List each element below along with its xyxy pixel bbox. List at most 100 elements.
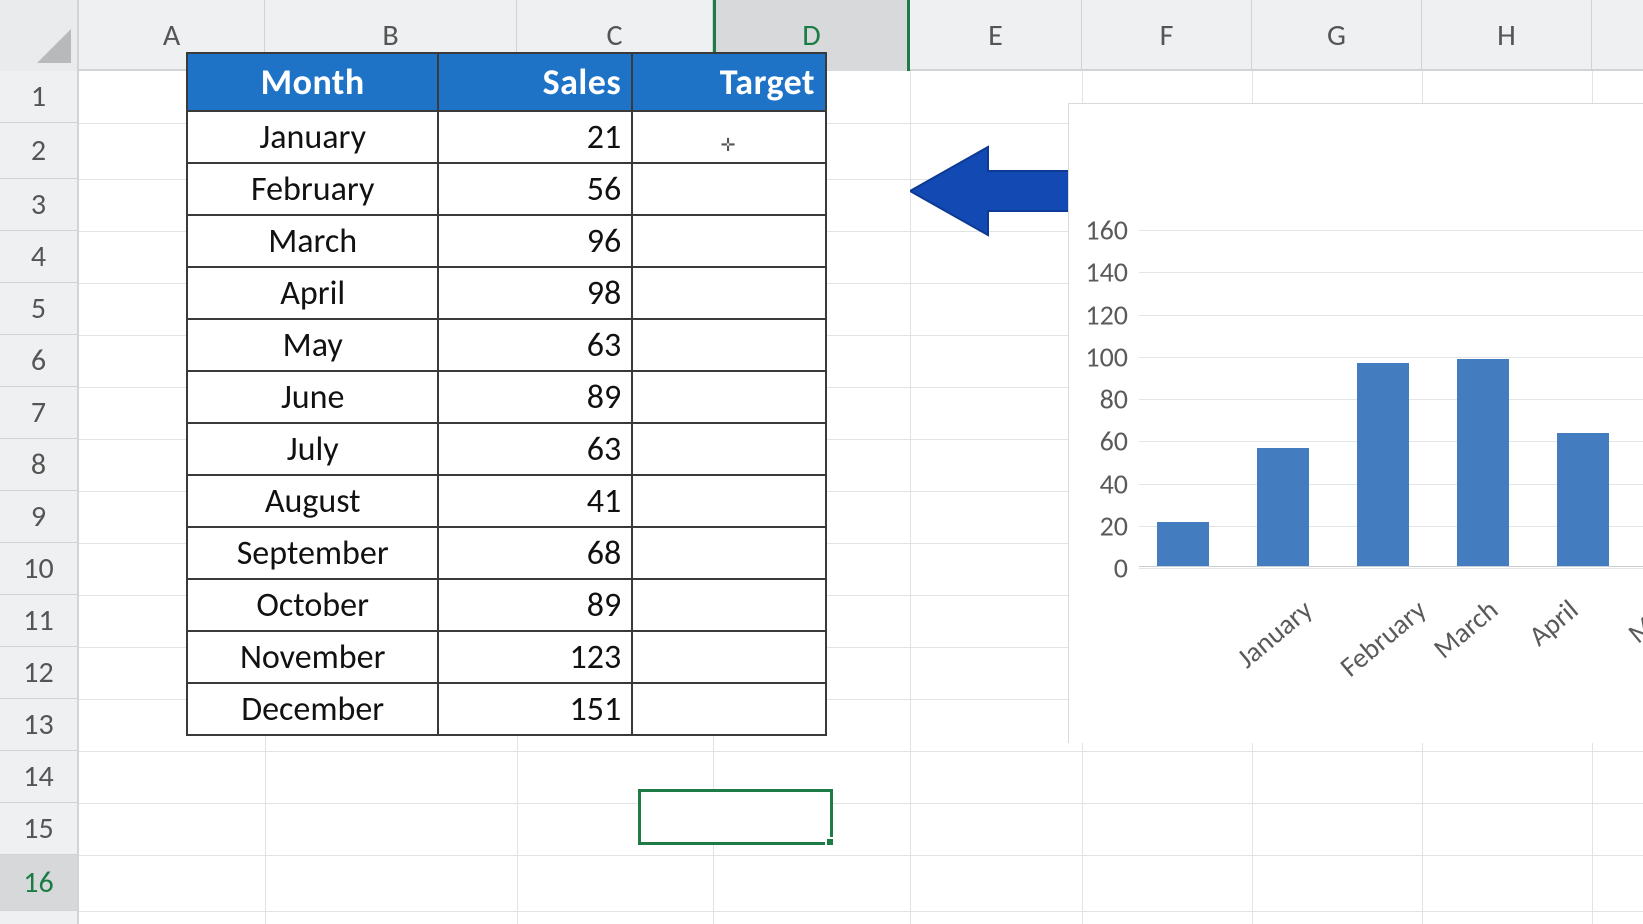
chart-xtick: April: [1522, 592, 1586, 653]
table-row: August41: [188, 474, 825, 526]
row-header-4[interactable]: 4: [0, 231, 77, 283]
cell-sales[interactable]: 56: [439, 162, 633, 214]
cell-month[interactable]: April: [188, 266, 439, 318]
cell-sales[interactable]: 89: [439, 578, 633, 630]
cell-sales[interactable]: 151: [439, 682, 633, 734]
chart-bar[interactable]: [1257, 448, 1309, 566]
chart-bar[interactable]: [1457, 359, 1509, 566]
cell-sales[interactable]: 89: [439, 370, 633, 422]
chart-xtick: May: [1621, 592, 1643, 651]
chart-ytick: 20: [1068, 508, 1128, 543]
cell-sales[interactable]: 98: [439, 266, 633, 318]
row-header-13[interactable]: 13: [0, 699, 77, 751]
cell-target[interactable]: [633, 318, 825, 370]
cell-sales[interactable]: 68: [439, 526, 633, 578]
table-row: July63: [188, 422, 825, 474]
embedded-chart[interactable]: 020406080100120140160 JanuaryFebruaryMar…: [1068, 103, 1643, 743]
chart-xtick: January: [1230, 592, 1320, 675]
gridline-horizontal: [79, 751, 1643, 752]
column-header-e[interactable]: E: [910, 0, 1082, 71]
column-header-f[interactable]: F: [1082, 0, 1252, 71]
data-table: Month Sales Target January21February56Ma…: [186, 52, 827, 736]
row-header-3[interactable]: 3: [0, 179, 77, 231]
table-row: September68: [188, 526, 825, 578]
row-header-1[interactable]: 1: [0, 71, 77, 123]
row-header-8[interactable]: 8: [0, 439, 77, 491]
row-header-14[interactable]: 14: [0, 751, 77, 803]
cell-target[interactable]: [633, 162, 825, 214]
row-header-2[interactable]: 2: [0, 123, 77, 179]
cell-month[interactable]: May: [188, 318, 439, 370]
row-header-10[interactable]: 10: [0, 543, 77, 595]
cell-month[interactable]: February: [188, 162, 439, 214]
col-header-target[interactable]: Target: [633, 54, 825, 110]
chart-xtick: February: [1333, 592, 1433, 684]
table-row: February56: [188, 162, 825, 214]
row-header-9[interactable]: 9: [0, 491, 77, 543]
cell-month[interactable]: June: [188, 370, 439, 422]
chart-gridline: [1139, 357, 1643, 358]
cell-target[interactable]: [633, 526, 825, 578]
row-header-11[interactable]: 11: [0, 595, 77, 647]
cell-target[interactable]: [633, 370, 825, 422]
cell-month[interactable]: July: [188, 422, 439, 474]
row-header-16[interactable]: 16: [0, 855, 77, 911]
chart-ytick: 40: [1068, 466, 1128, 501]
table-row: April98: [188, 266, 825, 318]
chart-ytick: 100: [1068, 339, 1128, 374]
cell-target[interactable]: [633, 474, 825, 526]
chart-gridline: [1139, 272, 1643, 273]
chart-ytick: 160: [1068, 213, 1128, 248]
col-header-month[interactable]: Month: [188, 54, 439, 110]
gridline-horizontal: [79, 911, 1643, 912]
fill-handle[interactable]: [825, 837, 835, 847]
column-header-g[interactable]: G: [1252, 0, 1422, 71]
cell-sales[interactable]: 123: [439, 630, 633, 682]
chart-gridline: [1139, 315, 1643, 316]
gridline-vertical: [910, 71, 911, 924]
cell-sales[interactable]: 41: [439, 474, 633, 526]
table-row: May63: [188, 318, 825, 370]
spreadsheet-viewport: ABCDEFGH 12345678910111213141516 Month S…: [0, 0, 1643, 924]
chart-gridline: [1139, 568, 1643, 569]
row-header-5[interactable]: 5: [0, 283, 77, 335]
cell-target[interactable]: [633, 422, 825, 474]
cell-month[interactable]: August: [188, 474, 439, 526]
cell-sales[interactable]: 63: [439, 422, 633, 474]
chart-bar[interactable]: [1357, 363, 1409, 566]
chart-bar[interactable]: [1557, 433, 1609, 566]
select-all-corner[interactable]: [0, 0, 79, 71]
chart-bar[interactable]: [1157, 522, 1209, 566]
cell-month[interactable]: January: [188, 110, 439, 162]
cell-month[interactable]: December: [188, 682, 439, 734]
cell-target[interactable]: [633, 266, 825, 318]
cell-sales[interactable]: 96: [439, 214, 633, 266]
cell-target[interactable]: [633, 214, 825, 266]
column-header-h[interactable]: H: [1422, 0, 1592, 71]
select-all-triangle-icon: [37, 29, 71, 63]
chart-ytick: 60: [1068, 424, 1128, 459]
cell-month[interactable]: September: [188, 526, 439, 578]
row-header-7[interactable]: 7: [0, 387, 77, 439]
chart-ytick: 140: [1068, 255, 1128, 290]
gridline-horizontal: [79, 803, 1643, 804]
selected-cell[interactable]: [638, 789, 833, 845]
table-row: October89: [188, 578, 825, 630]
cell-target[interactable]: [633, 110, 825, 162]
row-header-15[interactable]: 15: [0, 803, 77, 855]
cell-month[interactable]: November: [188, 630, 439, 682]
cell-month[interactable]: March: [188, 214, 439, 266]
row-header-6[interactable]: 6: [0, 335, 77, 387]
chart-gridline: [1139, 230, 1643, 231]
cell-sales[interactable]: 63: [439, 318, 633, 370]
chart-ytick: 80: [1068, 382, 1128, 417]
cell-target[interactable]: [633, 630, 825, 682]
row-header-12[interactable]: 12: [0, 647, 77, 699]
cell-target[interactable]: [633, 682, 825, 734]
cell-month[interactable]: October: [188, 578, 439, 630]
cell-target[interactable]: [633, 578, 825, 630]
table-row: January21: [188, 110, 825, 162]
chart-ytick: 120: [1068, 297, 1128, 332]
col-header-sales[interactable]: Sales: [439, 54, 633, 110]
cell-sales[interactable]: 21: [439, 110, 633, 162]
